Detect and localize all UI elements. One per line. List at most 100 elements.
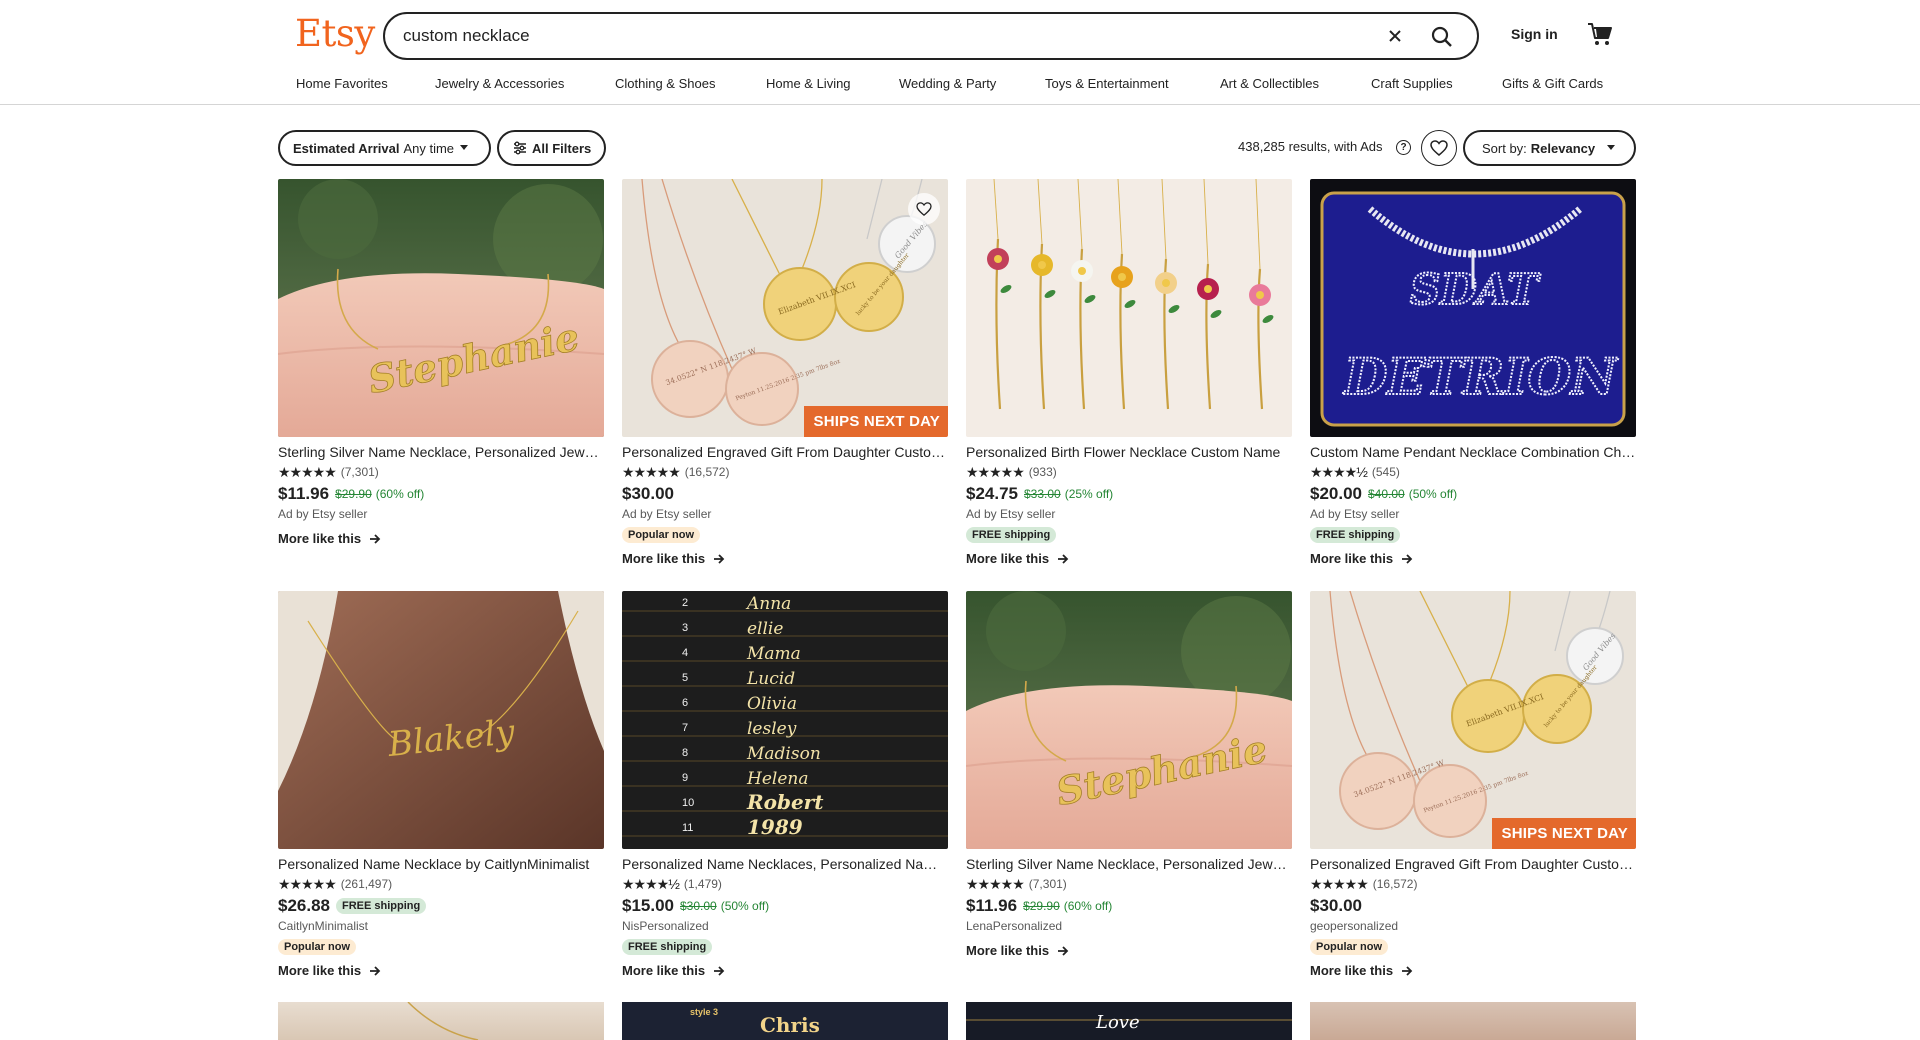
product-card[interactable]: SDAT DETRION Custom Name Pendant Necklac…: [1310, 179, 1636, 566]
product-card[interactable]: Stephanie Sterling Silver Name Necklace,…: [966, 591, 1292, 958]
product-rating: ★★★★★ (7,301): [278, 464, 604, 480]
product-title[interactable]: Personalized Engraved Gift From Daughter…: [1310, 856, 1636, 873]
product-image[interactable]: Blakely: [278, 591, 604, 849]
seller-name[interactable]: CaitlynMinimalist: [278, 919, 604, 935]
product-image[interactable]: Stephanie: [278, 179, 604, 437]
product-image[interactable]: 2 Anna 3 ellie 4 Mama 5 Lucid 6 Olivia 7 lesley 8 Mad…: [622, 591, 948, 849]
nav-jewelry-accessories[interactable]: Jewelry & Accessories: [435, 76, 564, 91]
product-title[interactable]: Sterling Silver Name Necklace, Personali…: [966, 856, 1292, 873]
favorite-heart-icon[interactable]: [908, 193, 940, 225]
product-rating: ★★★★★ (933): [966, 464, 1292, 480]
style-sample-name: Helena: [746, 769, 808, 789]
review-count: (261,497): [340, 877, 393, 891]
more-like-this-link[interactable]: More like this: [966, 943, 1292, 958]
style-number: 7: [682, 722, 688, 734]
nav-toys-entertainment[interactable]: Toys & Entertainment: [1045, 76, 1169, 91]
product-image[interactable]: SDAT DETRION: [1310, 179, 1636, 437]
clear-search-icon[interactable]: [1383, 24, 1407, 48]
favorite-search-button[interactable]: [1421, 130, 1457, 166]
more-like-this-link[interactable]: More like this: [278, 531, 604, 546]
product-image[interactable]: Stephanie: [966, 591, 1292, 849]
product-title[interactable]: Personalized Birth Flower Necklace Custo…: [966, 444, 1292, 461]
more-like-this-link[interactable]: More like this: [966, 551, 1292, 566]
review-count: (16,572): [684, 465, 730, 479]
product-rating: ★★★★½ (545): [1310, 464, 1636, 480]
product-title[interactable]: Custom Name Pendant Necklace Combination…: [1310, 444, 1636, 461]
style-number: 11: [682, 822, 693, 834]
sort-dropdown[interactable]: Sort by: Relevancy: [1463, 130, 1636, 166]
style-number: 4: [682, 647, 688, 659]
product-thumb-partial[interactable]: style 3 Chris: [622, 1002, 948, 1040]
product-image-text: DETRION: [1342, 347, 1619, 406]
arrow-right-icon: [714, 553, 725, 564]
popular-now-badge: Popular now: [278, 939, 356, 955]
product-title[interactable]: Personalized Name Necklace by CaitlynMin…: [278, 856, 604, 873]
product-price: $20.00: [1310, 484, 1362, 503]
style-number: 9: [682, 772, 688, 784]
more-like-this-link[interactable]: More like this: [622, 551, 948, 566]
sort-label: Sort by:: [1482, 140, 1527, 156]
product-image[interactable]: 34.0522° N 118.2437° W Peyton 11.25.2016…: [1310, 591, 1636, 849]
filter-sliders-icon: [514, 141, 526, 155]
more-like-this-link[interactable]: More like this: [1310, 963, 1636, 978]
seller-name[interactable]: geopersonalized: [1310, 919, 1636, 935]
nav-clothing-shoes[interactable]: Clothing & Shoes: [615, 76, 715, 91]
seller-name[interactable]: NisPersonalized: [622, 919, 948, 935]
estimated-arrival-filter[interactable]: Estimated Arrival Any time: [278, 130, 491, 166]
original-price: $33.00: [1024, 487, 1061, 501]
product-card[interactable]: Blakely Personalized Name Necklace by Ca…: [278, 591, 604, 978]
style-number: 5: [682, 672, 688, 684]
product-thumb-partial[interactable]: [1310, 1002, 1636, 1040]
product-title[interactable]: Personalized Name Necklaces, Personalize…: [622, 856, 948, 873]
nav-home-favorites[interactable]: Home Favorites: [296, 76, 388, 91]
product-rating: ★★★★★ (16,572): [1310, 876, 1636, 892]
more-like-this-label: More like this: [1310, 551, 1394, 566]
price-row: $30.00: [622, 484, 948, 504]
popular-now-badge: Popular now: [1310, 939, 1388, 955]
style-sample-name: ellie: [747, 619, 783, 639]
etsy-logo[interactable]: Etsy: [295, 12, 375, 55]
product-card[interactable]: Stephanie Sterling Silver Name Necklace,…: [278, 179, 604, 546]
search-icon[interactable]: [1425, 20, 1459, 54]
product-image[interactable]: [966, 179, 1292, 437]
price-row: $20.00 $40.00 (50% off): [1310, 484, 1636, 504]
nav-gifts-gift-cards[interactable]: Gifts & Gift Cards: [1502, 76, 1603, 91]
original-price: $29.90: [1023, 899, 1060, 913]
discount-percent: (60% off): [1063, 899, 1113, 913]
row3-chris: Chris: [760, 1013, 820, 1037]
product-card[interactable]: 34.0522° N 118.2437° W Peyton 11.25.2016…: [1310, 591, 1636, 978]
free-shipping-badge: FREE shipping: [336, 898, 427, 914]
cart-icon[interactable]: [1586, 20, 1614, 48]
seller-name[interactable]: LenaPersonalized: [966, 919, 1292, 935]
product-image[interactable]: 34.0522° N 118.2437° W Peyton 11.25.2016…: [622, 179, 948, 437]
product-title[interactable]: Personalized Engraved Gift From Daughter…: [622, 444, 948, 461]
more-like-this-link[interactable]: More like this: [622, 963, 948, 978]
more-like-this-link[interactable]: More like this: [278, 963, 604, 978]
more-like-this-link[interactable]: More like this: [1310, 551, 1636, 566]
nav-wedding-party[interactable]: Wedding & Party: [899, 76, 996, 91]
nav-art-collectibles[interactable]: Art & Collectibles: [1220, 76, 1319, 91]
product-card[interactable]: 2 Anna 3 ellie 4 Mama 5 Lucid 6 Olivia 7 lesley 8 Mad…: [622, 591, 948, 978]
search-input[interactable]: [403, 14, 1343, 58]
product-card[interactable]: 34.0522° N 118.2437° W Peyton 11.25.2016…: [622, 179, 948, 566]
price-row: $30.00: [1310, 896, 1636, 916]
style-sample-name: lesley: [747, 719, 797, 739]
nav-home-living[interactable]: Home & Living: [766, 76, 851, 91]
nav-craft-supplies[interactable]: Craft Supplies: [1371, 76, 1453, 91]
review-count: (1,479): [683, 877, 722, 891]
star-rating-icon: ★★★★½: [1310, 463, 1368, 480]
product-price: $11.96: [278, 484, 330, 503]
all-filters-button[interactable]: All Filters: [497, 130, 606, 166]
product-title[interactable]: Sterling Silver Name Necklace, Personali…: [278, 444, 604, 461]
style-sample-name: Lucid: [746, 669, 795, 689]
help-icon[interactable]: ?: [1396, 140, 1411, 155]
product-thumb-partial[interactable]: Love: [966, 1002, 1292, 1040]
price-row: $26.88 FREE shipping: [278, 896, 604, 916]
product-thumb-partial[interactable]: [278, 1002, 604, 1040]
product-card[interactable]: Personalized Birth Flower Necklace Custo…: [966, 179, 1292, 566]
style-number: 2: [682, 597, 688, 609]
discount-percent: (25% off): [1064, 487, 1114, 501]
sign-in-link[interactable]: Sign in: [1511, 26, 1558, 42]
product-price: $30.00: [622, 484, 674, 503]
star-rating-icon: ★★★★★: [278, 875, 337, 892]
